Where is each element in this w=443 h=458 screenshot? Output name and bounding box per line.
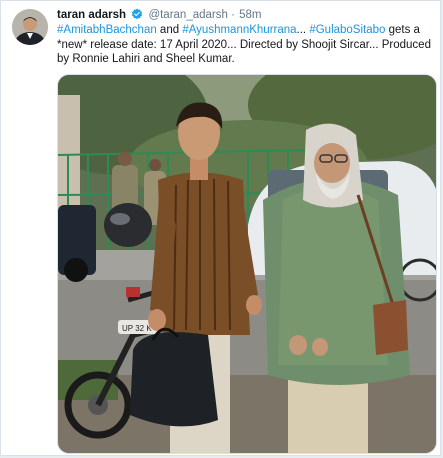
author-name[interactable]: taran adarsh xyxy=(57,9,126,21)
header-separator: · xyxy=(231,9,235,21)
author-handle[interactable]: @taran_adarsh xyxy=(148,9,227,21)
tweet-photo[interactable]: UP 32 K xyxy=(57,74,437,454)
tweet-text-segment: and xyxy=(156,24,183,36)
tweet-header: taran adarsh @taran_adarsh · 58m xyxy=(57,8,430,24)
hashtag-gulabositabo[interactable]: #GulaboSitabo xyxy=(309,24,385,36)
tweet-text: #AmitabhBachchan and #AyushmannKhurrana.… xyxy=(57,23,432,67)
tweet-card[interactable]: taran adarsh @taran_adarsh · 58m #Amitab… xyxy=(0,0,441,456)
license-plate-text: UP 32 K xyxy=(122,324,152,333)
avatar[interactable] xyxy=(12,9,48,45)
hashtag-ayushmannkhurrana[interactable]: #AyushmannKhurrana xyxy=(182,24,296,36)
verified-badge-icon xyxy=(131,8,143,24)
tweet-text-segment: ... xyxy=(296,24,310,36)
tweet-timestamp[interactable]: 58m xyxy=(239,9,261,21)
hashtag-amitabhbachchan[interactable]: #AmitabhBachchan xyxy=(57,24,157,36)
